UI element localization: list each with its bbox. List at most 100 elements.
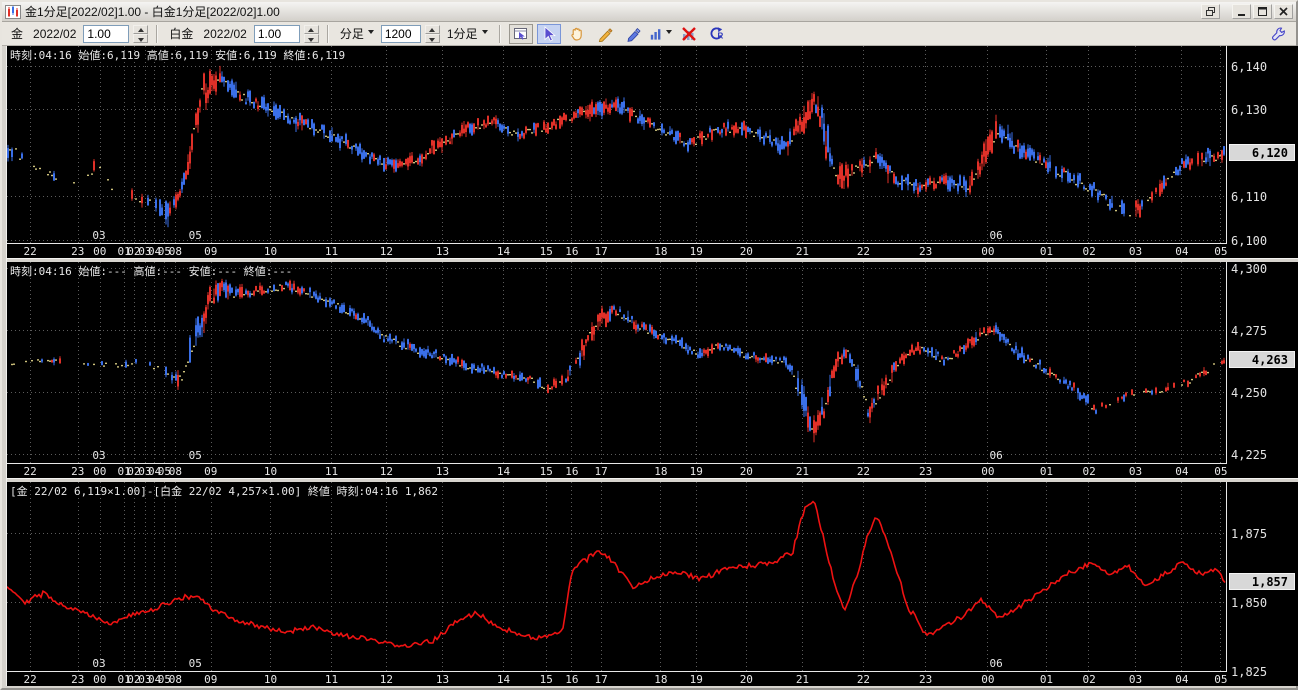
- hour-tick-label: 05: [1214, 673, 1227, 686]
- gold-contract-month: 2022/02: [30, 27, 79, 41]
- hour-tick-label: 00: [981, 673, 994, 686]
- pencil-icon: [597, 26, 613, 42]
- platinum-candlestick-plot[interactable]: 030506: [7, 262, 1227, 464]
- marker-tool-button[interactable]: [621, 24, 645, 44]
- hour-tick-label: 19: [690, 465, 703, 478]
- price-tick-label: 4,250: [1231, 386, 1267, 400]
- spread-line-plot[interactable]: 030506: [7, 482, 1227, 672]
- chevron-down-icon: [482, 30, 488, 37]
- gold-multiplier-stepper[interactable]: [133, 25, 148, 43]
- gold-multiplier-input[interactable]: [83, 25, 129, 43]
- marker-icon: [625, 26, 641, 42]
- hour-tick-label: 19: [690, 245, 703, 258]
- pan-tool-button[interactable]: [565, 24, 589, 44]
- hour-tick-label: 02: [1083, 465, 1096, 478]
- chart-type-button[interactable]: [649, 24, 673, 44]
- hour-tick-label: 09: [204, 465, 217, 478]
- hour-tick-label: 16: [565, 465, 578, 478]
- hour-tick-label: 14: [497, 465, 510, 478]
- hour-tick-label: 14: [497, 245, 510, 258]
- platinum-multiplier-input[interactable]: [254, 25, 300, 43]
- hour-tick-label: 00: [93, 245, 106, 258]
- gold-time-axis: 2223000102030405080910111213141516171819…: [7, 245, 1227, 258]
- price-tick-label: 1,875: [1231, 527, 1267, 541]
- hour-tick-label: 00: [93, 673, 106, 686]
- hour-tick-label: 09: [204, 245, 217, 258]
- date-change-label: 03: [92, 229, 105, 242]
- interval-dropdown[interactable]: 1分足: [444, 25, 491, 42]
- gold-price-scale: 6,1406,1306,1106,1006,120: [1228, 46, 1298, 258]
- reload-button[interactable]: R: [705, 24, 729, 44]
- hour-tick-label: 03: [1129, 465, 1142, 478]
- hour-tick-label: 04: [1175, 465, 1188, 478]
- app-window: 金1分足[2022/02]1.00 - 白金1分足[2022/02]1.00 金…: [0, 0, 1298, 690]
- platinum-contract-month: 2022/02: [200, 27, 249, 41]
- hour-tick-label: 18: [654, 673, 667, 686]
- spread-time-axis: 2223000102030405080910111213141516171819…: [7, 673, 1227, 686]
- price-tick-label: 6,100: [1231, 234, 1267, 248]
- minimize-button[interactable]: [1232, 4, 1251, 19]
- app-candlestick-icon: [5, 5, 21, 19]
- hour-tick-label: 08: [169, 245, 182, 258]
- select-mode-button[interactable]: [509, 24, 533, 44]
- hour-tick-label: 00: [981, 465, 994, 478]
- hour-tick-label: 21: [796, 673, 809, 686]
- hour-tick-label: 23: [919, 465, 932, 478]
- hour-tick-label: 01: [1040, 673, 1053, 686]
- reload-icon: R: [708, 26, 725, 42]
- hour-tick-label: 03: [1129, 673, 1142, 686]
- current-price-box: 4,263: [1229, 351, 1295, 368]
- bar-count-stepper[interactable]: [425, 25, 440, 43]
- settings-wrench-icon: [1270, 26, 1286, 42]
- chart-canvas: [7, 46, 1226, 243]
- hour-tick-label: 23: [71, 465, 84, 478]
- hour-tick-label: 22: [857, 245, 870, 258]
- close-button[interactable]: [1274, 4, 1293, 19]
- title-bar: 金1分足[2022/02]1.00 - 白金1分足[2022/02]1.00: [2, 2, 1296, 22]
- hour-tick-label: 18: [654, 245, 667, 258]
- hour-tick-label: 23: [71, 245, 84, 258]
- hour-tick-label: 17: [595, 673, 608, 686]
- maximize-button[interactable]: [1253, 4, 1272, 19]
- gold-candlestick-plot[interactable]: 030506: [7, 46, 1227, 244]
- date-change-label: 06: [990, 449, 1003, 462]
- date-change-label: 06: [990, 657, 1003, 670]
- bar-count-input[interactable]: [381, 25, 421, 43]
- bar-type-dropdown[interactable]: 分足: [337, 25, 377, 42]
- toolbar-separator: [327, 25, 329, 43]
- current-price-box: 1,857: [1229, 573, 1295, 590]
- platinum-price-scale: 4,3004,2754,2504,2254,263: [1228, 262, 1298, 478]
- hour-tick-label: 05: [1214, 465, 1227, 478]
- chart-area: 030506 時刻:04:16 始値:6,119 高値:6,119 安値:6,1…: [2, 46, 1296, 688]
- gold-symbol-label: 金: [8, 25, 26, 42]
- hour-tick-label: 04: [1175, 673, 1188, 686]
- gold-quote-info: 時刻:04:16 始値:6,119 高値:6,119 安値:6,119 終値:6…: [10, 47, 345, 63]
- current-price-box: 6,120: [1229, 144, 1295, 161]
- toolbar-separator: [156, 25, 158, 43]
- bar-chart-icon: [650, 26, 662, 42]
- hour-tick-label: 17: [595, 465, 608, 478]
- hour-tick-label: 22: [24, 465, 37, 478]
- cursor-tool-button[interactable]: [537, 24, 561, 44]
- platinum-quote-info: 時刻:04:16 始値:--- 高値:--- 安値:--- 終値:---: [10, 263, 292, 279]
- clear-drawings-button[interactable]: [677, 24, 701, 44]
- hour-tick-label: 05: [1214, 245, 1227, 258]
- hour-tick-label: 08: [169, 673, 182, 686]
- hour-tick-label: 23: [919, 673, 932, 686]
- hour-tick-label: 20: [740, 245, 753, 258]
- settings-button[interactable]: [1266, 24, 1290, 44]
- float-window-button[interactable]: [1201, 4, 1220, 19]
- hour-tick-label: 23: [919, 245, 932, 258]
- spread-value-scale: 1,8751,8501,8251,857: [1228, 482, 1298, 686]
- clear-drawings-icon: [681, 26, 697, 42]
- hour-tick-label: 12: [380, 245, 393, 258]
- hour-tick-label: 16: [565, 673, 578, 686]
- platinum-multiplier-stepper[interactable]: [304, 25, 319, 43]
- price-tick-label: 1,850: [1231, 596, 1267, 610]
- hour-tick-label: 00: [981, 245, 994, 258]
- spread-chart-panel: 030506 [金 22/02 6,119×1.00]-[白金 22/02 4,…: [7, 482, 1298, 686]
- hour-tick-label: 14: [497, 673, 510, 686]
- hour-tick-label: 22: [24, 245, 37, 258]
- draw-tool-button[interactable]: [593, 24, 617, 44]
- hour-tick-label: 15: [540, 245, 553, 258]
